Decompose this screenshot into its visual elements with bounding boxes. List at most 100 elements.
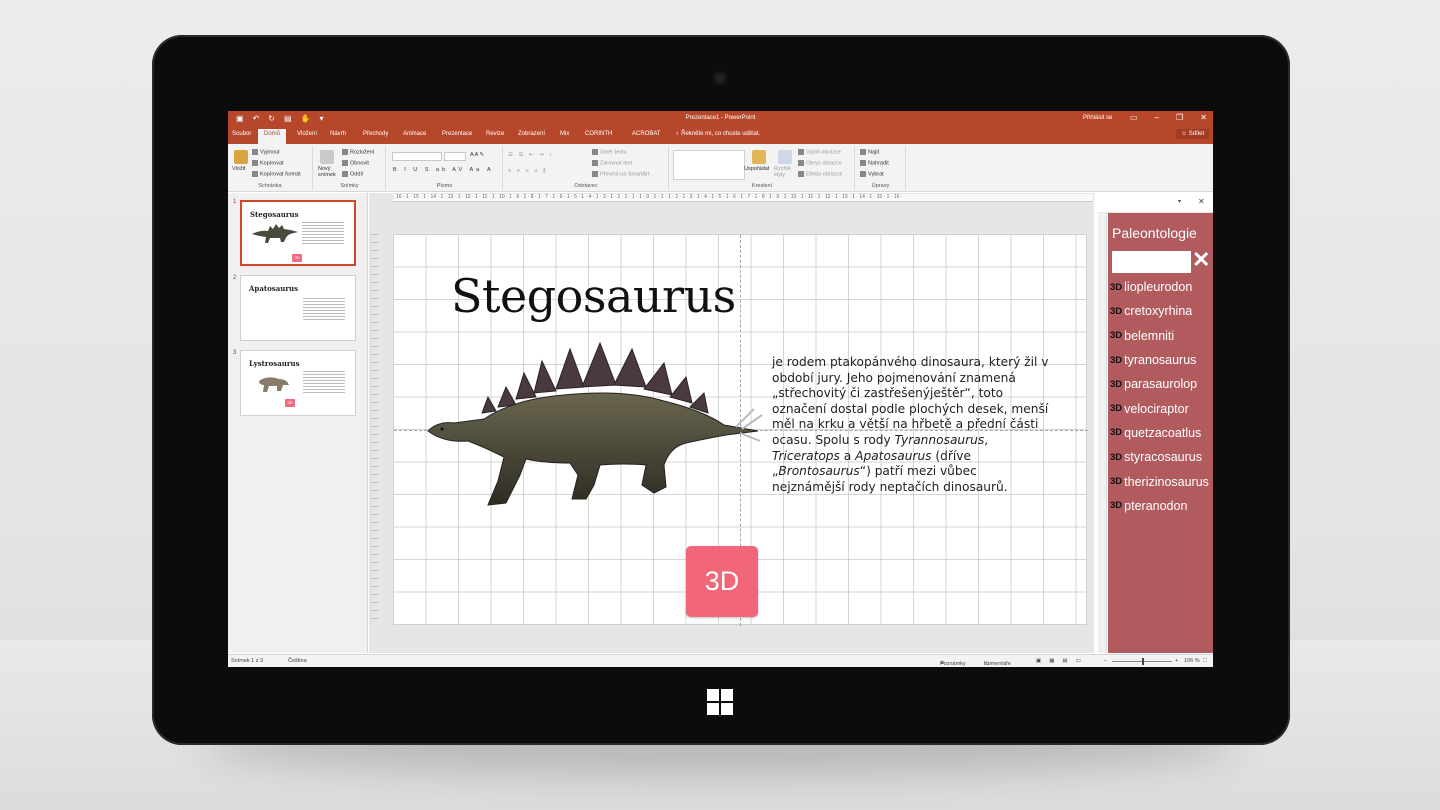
zoom-out-icon[interactable]: – (1104, 658, 1107, 664)
tab-insert[interactable]: Vložení (297, 131, 317, 137)
quick-styles-icon[interactable] (778, 150, 792, 164)
list-item[interactable]: 3D cretoxyrhina (1110, 299, 1213, 323)
slide-title[interactable]: Stegosaurus (451, 269, 736, 323)
new-slide-button[interactable]: Nový snímek (318, 166, 340, 178)
3d-prefix: 3D (1110, 330, 1123, 342)
outline-icon (798, 160, 804, 166)
tab-animations[interactable]: Animace (403, 131, 426, 137)
shape-fill-button[interactable]: Výplň obrazce (798, 149, 841, 155)
font-name-input[interactable] (392, 152, 442, 161)
slide-thumbnail-1[interactable]: Stegosaurus 3D (240, 200, 356, 266)
list-item[interactable]: 3D quetzacoatlus (1110, 421, 1213, 445)
pane-options-icon[interactable]: ▾ (1178, 198, 1181, 205)
window-title: Prezentace1 - PowerPoint (685, 115, 756, 121)
new-slide-icon[interactable] (320, 150, 334, 164)
list-item[interactable]: 3D parasaurolop (1110, 372, 1213, 396)
align-text-button[interactable]: Zarovnat text (592, 160, 632, 166)
list-item[interactable]: 3D therizinosaurus (1110, 469, 1213, 493)
list-item[interactable]: 3D liopleurodon (1110, 275, 1213, 299)
layout-button[interactable]: Rozložení (342, 149, 374, 155)
arrange-button[interactable]: Uspořádat (744, 166, 769, 172)
reset-button[interactable]: Obnovit (342, 160, 369, 166)
tab-slideshow[interactable]: Prezentace (442, 131, 472, 137)
slide-thumbnail-3[interactable]: Lystrosaurus 3D (240, 350, 356, 416)
section-button[interactable]: Oddíl (342, 171, 363, 177)
3d-prefix: 3D (1110, 451, 1123, 463)
ribbon-tabs: Soubor Domů Vložení Návrh Přechody Anima… (228, 127, 1213, 144)
font-style-buttons[interactable]: B I U S ab AV Aa (393, 167, 482, 173)
tab-review[interactable]: Revize (486, 131, 504, 137)
slide-canvas[interactable]: Stegosaurus je rodem ptakopánvého dinosa… (393, 234, 1088, 626)
replace-button[interactable]: Nahradit (860, 160, 889, 166)
slide-body-text[interactable]: je rodem ptakopánvého dinosaura, který ž… (772, 355, 1050, 495)
list-item[interactable]: 3D tyranosaurus (1110, 348, 1213, 372)
tell-me-box[interactable]: ♁ Řekněte mi, co chcete udělat. (675, 131, 760, 137)
align-text-label: Zarovnat text (600, 160, 633, 167)
tab-file[interactable]: Soubor (232, 131, 251, 137)
list-item[interactable]: 3D belemniti (1110, 324, 1213, 348)
3d-prefix: 3D (1110, 476, 1123, 488)
quick-styles-button[interactable]: Rychlé styly (774, 166, 796, 178)
smartart-button[interactable]: Převést na SmartArt (592, 171, 650, 177)
zoom-level[interactable]: 106 % (1184, 658, 1200, 664)
arrange-icon[interactable] (752, 150, 766, 164)
select-icon (860, 171, 866, 177)
tab-home[interactable]: Domů (258, 129, 287, 144)
pane-close-icon[interactable]: ✕ (1198, 197, 1205, 206)
3d-prefix: 3D (1110, 378, 1123, 390)
tab-acrobat[interactable]: ACROBAT (632, 131, 661, 137)
find-button[interactable]: Najít (860, 149, 879, 155)
language-indicator[interactable]: Čeština (288, 658, 307, 664)
slides-group-label: Snímky (340, 183, 359, 189)
list-item[interactable]: 3D velociraptor (1110, 396, 1213, 420)
list-buttons[interactable]: ☰ ☰ ⇤ ⇥ ↕ (508, 152, 554, 158)
fit-slide-icon[interactable]: ⛶ (1203, 658, 1207, 665)
tab-design[interactable]: Návrh (330, 131, 346, 137)
cut-label: Vyjmout (260, 149, 280, 156)
shape-outline-button[interactable]: Obrys obrazce (798, 160, 842, 166)
paste-icon[interactable] (234, 150, 248, 164)
text-direction-button[interactable]: Směr textu (592, 149, 627, 155)
share-label: Sdílet (1188, 131, 1205, 137)
ribbon-display-icon[interactable]: ▭ (1130, 113, 1138, 122)
zoom-slider-handle[interactable] (1142, 658, 1144, 665)
tab-transitions[interactable]: Přechody (363, 131, 388, 137)
fill-label: Výplň obrazce (806, 149, 841, 156)
shape-effects-button[interactable]: Efekty obrazce (798, 171, 842, 177)
cut-button[interactable]: Vyjmout (252, 149, 280, 155)
list-item[interactable]: 3D styracosaurus (1110, 445, 1213, 469)
thumb-3d-badge: 3D (292, 254, 302, 262)
drawing-group-label: Kreslení (751, 183, 773, 189)
font-size-buttons[interactable]: A A ✎ (470, 152, 484, 158)
effects-label: Efekty obrazce (806, 171, 843, 178)
align-buttons[interactable]: ≡ ≡ ≡ ≡ ⫼ (508, 168, 547, 175)
editing-group-label: Úpravy (871, 183, 890, 189)
zoom-in-icon[interactable]: + (1175, 658, 1178, 664)
copy-button[interactable]: Kopírovat (252, 160, 284, 166)
select-button[interactable]: Vybrat (860, 171, 884, 177)
share-button[interactable]: ☺ Sdílet (1176, 129, 1210, 139)
close-icon[interactable]: ✕ (1200, 113, 1207, 122)
paste-button[interactable]: Vložit (232, 166, 245, 172)
format-painter-button[interactable]: Kopírovat formát (252, 171, 301, 177)
notes-label: Poznámky (940, 661, 966, 667)
clipboard-group-label: Schránka (258, 183, 282, 189)
font-color-icon[interactable]: A (487, 167, 491, 173)
pane-scrollbar[interactable] (1098, 213, 1107, 653)
pane-search-input[interactable] (1112, 251, 1191, 273)
slide-thumbnail-2[interactable]: Apatosaurus (240, 275, 356, 341)
shapes-gallery[interactable] (673, 150, 745, 180)
font-size-input[interactable] (444, 152, 466, 161)
list-item[interactable]: 3D pteranodon (1110, 494, 1213, 518)
minimize-icon[interactable]: – (1155, 113, 1159, 122)
windows-logo-icon[interactable] (707, 689, 733, 715)
view-buttons[interactable]: ▣▦▤▭ (1036, 658, 1089, 664)
sign-in-link[interactable]: Přihlásit se (1083, 115, 1112, 121)
tab-mix[interactable]: Mix (560, 131, 569, 137)
clear-search-icon[interactable]: ✕ (1192, 249, 1210, 271)
tab-corinth[interactable]: CORINTH (585, 131, 612, 137)
3d-button[interactable]: 3D (686, 546, 758, 617)
stegosaurus-image[interactable] (424, 335, 764, 510)
maximize-icon[interactable]: ❐ (1176, 113, 1183, 122)
tab-view[interactable]: Zobrazení (518, 131, 545, 137)
